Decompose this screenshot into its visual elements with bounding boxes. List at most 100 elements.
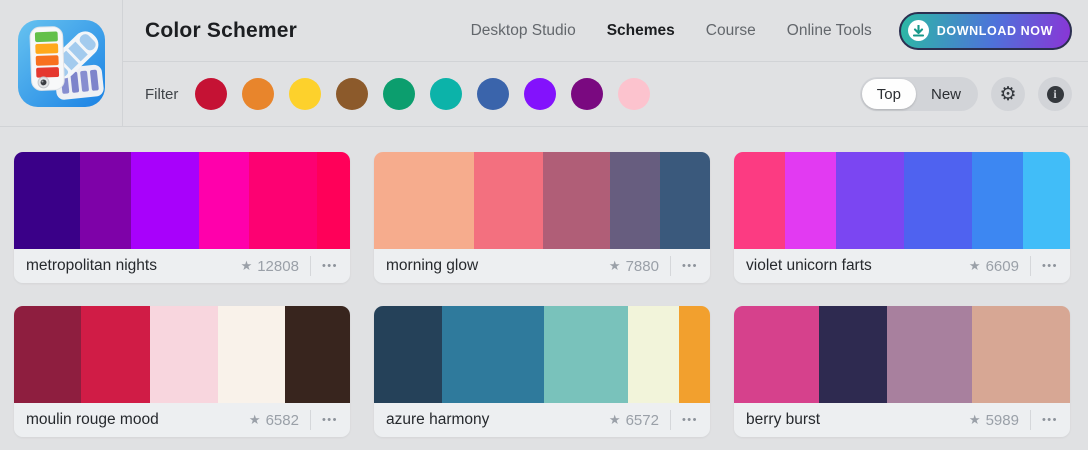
- color-swatch[interactable]: [131, 152, 199, 249]
- info-button[interactable]: i: [1038, 77, 1072, 111]
- color-swatch[interactable]: [628, 306, 679, 403]
- footer-divider: [669, 256, 671, 276]
- palette-card-footer: azure harmony ★ 6572 •••: [374, 403, 710, 437]
- filter-color-dot[interactable]: [524, 78, 557, 110]
- color-swatch[interactable]: [199, 152, 249, 249]
- footer-divider: [1029, 256, 1031, 276]
- color-swatch[interactable]: [14, 152, 80, 249]
- filter-controls: Top New ⚙ i: [859, 77, 1072, 111]
- more-menu-icon[interactable]: •••: [1042, 260, 1058, 272]
- color-swatch[interactable]: [972, 306, 1070, 403]
- nav-item-online-tools[interactable]: Online Tools: [787, 22, 872, 40]
- filter-color-dot[interactable]: [195, 78, 228, 110]
- star-icon: ★: [240, 258, 253, 274]
- star-count[interactable]: ★ 5989: [969, 412, 1019, 429]
- filter-color-dot[interactable]: [383, 78, 416, 110]
- palette-card-footer: morning glow ★ 7880 •••: [374, 249, 710, 283]
- color-swatch[interactable]: [285, 306, 350, 403]
- color-swatch[interactable]: [904, 152, 972, 249]
- download-now-button[interactable]: DOWNLOAD NOW: [898, 11, 1072, 50]
- color-swatch[interactable]: [785, 152, 836, 249]
- palette-name[interactable]: berry burst: [746, 411, 969, 429]
- palette-card-footer: violet unicorn farts ★ 6609 •••: [734, 249, 1070, 283]
- color-swatch[interactable]: [544, 306, 628, 403]
- palette-name[interactable]: morning glow: [386, 257, 609, 275]
- filter-color-dot[interactable]: [289, 78, 322, 110]
- palette-card-footer: moulin rouge mood ★ 6582 •••: [14, 403, 350, 437]
- color-swatch[interactable]: [887, 306, 972, 403]
- header-right: Color Schemer Desktop Studio Schemes Cours…: [123, 0, 1088, 126]
- color-swatch[interactable]: [679, 306, 710, 403]
- more-menu-icon[interactable]: •••: [682, 414, 698, 426]
- filter-color-dot[interactable]: [336, 78, 369, 110]
- nav-item-desktop-studio[interactable]: Desktop Studio: [471, 22, 576, 40]
- filter-color-dot[interactable]: [242, 78, 275, 110]
- color-swatch[interactable]: [660, 152, 710, 249]
- star-count[interactable]: ★ 7880: [609, 258, 659, 275]
- swatch-row: [374, 306, 710, 403]
- color-swatch[interactable]: [734, 152, 785, 249]
- filter-color-dot[interactable]: [571, 78, 604, 110]
- color-swatch[interactable]: [218, 306, 285, 403]
- star-count-value: 6609: [985, 257, 1019, 275]
- star-count[interactable]: ★ 12808: [241, 258, 299, 275]
- settings-button[interactable]: ⚙: [991, 77, 1025, 111]
- palette-name[interactable]: azure harmony: [386, 411, 609, 429]
- more-menu-icon[interactable]: •••: [682, 260, 698, 272]
- more-menu-icon[interactable]: •••: [322, 414, 338, 426]
- color-swatch[interactable]: [317, 152, 350, 249]
- color-swatch[interactable]: [374, 152, 474, 249]
- gear-icon: ⚙: [999, 82, 1017, 105]
- color-schemer-app-icon[interactable]: [17, 19, 105, 107]
- toggle-option-new[interactable]: New: [916, 79, 976, 109]
- more-menu-icon[interactable]: •••: [322, 260, 338, 272]
- star-count[interactable]: ★ 6582: [249, 412, 299, 429]
- color-swatch[interactable]: [374, 306, 442, 403]
- nav-item-course[interactable]: Course: [706, 22, 756, 40]
- color-swatch[interactable]: [14, 306, 81, 403]
- color-swatch[interactable]: [610, 152, 660, 249]
- color-swatch[interactable]: [836, 152, 904, 249]
- palette-card: violet unicorn farts ★ 6609 •••: [734, 152, 1070, 283]
- swatch-row: [14, 152, 350, 249]
- star-icon: ★: [608, 412, 621, 428]
- color-swatch[interactable]: [1023, 152, 1070, 249]
- palette-name[interactable]: violet unicorn farts: [746, 257, 969, 275]
- nav-item-schemes[interactable]: Schemes: [607, 22, 675, 40]
- color-swatch[interactable]: [442, 306, 544, 403]
- color-swatch[interactable]: [249, 152, 317, 249]
- star-count[interactable]: ★ 6572: [609, 412, 659, 429]
- footer-divider: [669, 410, 671, 430]
- filter-color-dot[interactable]: [618, 78, 651, 110]
- palette-card: azure harmony ★ 6572 •••: [374, 306, 710, 437]
- filter-color-dot[interactable]: [477, 78, 510, 110]
- star-icon: ★: [968, 258, 981, 274]
- star-count-value: 7880: [625, 257, 659, 275]
- more-menu-icon[interactable]: •••: [1042, 414, 1058, 426]
- color-swatch[interactable]: [80, 152, 131, 249]
- logo-column: [0, 0, 123, 126]
- filter-color-dot[interactable]: [430, 78, 463, 110]
- palette-card: berry burst ★ 5989 •••: [734, 306, 1070, 437]
- filter-label: Filter: [145, 85, 179, 103]
- palette-card: metropolitan nights ★ 12808 •••: [14, 152, 350, 283]
- color-swatch[interactable]: [150, 306, 218, 403]
- header: Color Schemer Desktop Studio Schemes Cours…: [0, 0, 1088, 127]
- palette-name[interactable]: metropolitan nights: [26, 257, 241, 275]
- star-count[interactable]: ★ 6609: [969, 258, 1019, 275]
- toggle-option-top[interactable]: Top: [861, 79, 916, 109]
- swatch-row: [734, 152, 1070, 249]
- color-swatch[interactable]: [819, 306, 887, 403]
- info-icon: i: [1046, 85, 1064, 103]
- palette-card: morning glow ★ 7880 •••: [374, 152, 710, 283]
- filter-color-dots: [195, 78, 651, 110]
- color-swatch[interactable]: [734, 306, 819, 403]
- color-swatch[interactable]: [81, 306, 150, 403]
- color-swatch[interactable]: [474, 152, 543, 249]
- color-swatch[interactable]: [543, 152, 610, 249]
- palette-grid: metropolitan nights ★ 12808 ••• morning …: [0, 127, 1088, 437]
- palette-name[interactable]: moulin rouge mood: [26, 411, 249, 429]
- palette-card-footer: berry burst ★ 5989 •••: [734, 403, 1070, 437]
- star-icon: ★: [968, 412, 981, 428]
- color-swatch[interactable]: [972, 152, 1023, 249]
